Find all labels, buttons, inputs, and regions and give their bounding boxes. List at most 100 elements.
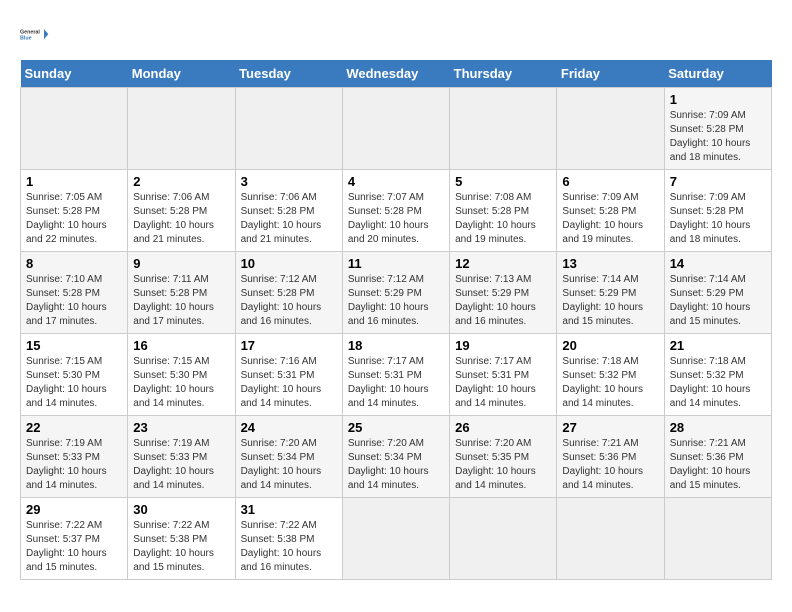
day-header-friday: Friday — [557, 60, 664, 88]
empty-cell — [450, 88, 557, 170]
day-number: 26 — [455, 420, 551, 435]
day-header-wednesday: Wednesday — [342, 60, 449, 88]
day-cell-4: 4 Sunrise: 7:07 AMSunset: 5:28 PMDayligh… — [342, 170, 449, 252]
empty-cell — [21, 88, 128, 170]
day-info: Sunrise: 7:08 AMSunset: 5:28 PMDaylight:… — [455, 191, 551, 247]
day-cell-16: 16 Sunrise: 7:15 AMSunset: 5:30 PMDaylig… — [128, 334, 235, 416]
day-info: Sunrise: 7:21 AMSunset: 5:36 PMDaylight:… — [562, 437, 658, 493]
day-info: Sunrise: 7:14 AMSunset: 5:29 PMDaylight:… — [562, 273, 658, 329]
empty-cell — [557, 88, 664, 170]
week-row-6: 29 Sunrise: 7:22 AMSunset: 5:37 PMDaylig… — [21, 498, 772, 580]
day-cell-21: 21 Sunrise: 7:18 AMSunset: 5:32 PMDaylig… — [664, 334, 771, 416]
day-info: Sunrise: 7:19 AMSunset: 5:33 PMDaylight:… — [26, 437, 122, 493]
day-cell-29: 29 Sunrise: 7:22 AMSunset: 5:37 PMDaylig… — [21, 498, 128, 580]
day-info: Sunrise: 7:12 AMSunset: 5:28 PMDaylight:… — [241, 273, 337, 329]
day-cell-11: 11 Sunrise: 7:12 AMSunset: 5:29 PMDaylig… — [342, 252, 449, 334]
page-header: GeneralBlue — [20, 20, 772, 50]
day-cell-27: 27 Sunrise: 7:21 AMSunset: 5:36 PMDaylig… — [557, 416, 664, 498]
header-row: SundayMondayTuesdayWednesdayThursdayFrid… — [21, 60, 772, 88]
day-cell-6: 6 Sunrise: 7:09 AMSunset: 5:28 PMDayligh… — [557, 170, 664, 252]
day-info: Sunrise: 7:15 AMSunset: 5:30 PMDaylight:… — [133, 355, 229, 411]
day-number: 23 — [133, 420, 229, 435]
svg-text:Blue: Blue — [20, 36, 32, 42]
day-cell-30: 30 Sunrise: 7:22 AMSunset: 5:38 PMDaylig… — [128, 498, 235, 580]
day-number: 30 — [133, 502, 229, 517]
day-cell-12: 12 Sunrise: 7:13 AMSunset: 5:29 PMDaylig… — [450, 252, 557, 334]
empty-cell — [235, 88, 342, 170]
day-info: Sunrise: 7:20 AMSunset: 5:34 PMDaylight:… — [241, 437, 337, 493]
week-row-5: 22 Sunrise: 7:19 AMSunset: 5:33 PMDaylig… — [21, 416, 772, 498]
day-number: 21 — [670, 338, 766, 353]
logo: GeneralBlue — [20, 20, 50, 50]
day-cell-31: 31 Sunrise: 7:22 AMSunset: 5:38 PMDaylig… — [235, 498, 342, 580]
day-number: 18 — [348, 338, 444, 353]
day-number: 19 — [455, 338, 551, 353]
day-number: 7 — [670, 174, 766, 189]
day-info: Sunrise: 7:19 AMSunset: 5:33 PMDaylight:… — [133, 437, 229, 493]
day-header-monday: Monday — [128, 60, 235, 88]
day-cell-26: 26 Sunrise: 7:20 AMSunset: 5:35 PMDaylig… — [450, 416, 557, 498]
day-info: Sunrise: 7:18 AMSunset: 5:32 PMDaylight:… — [562, 355, 658, 411]
day-number: 22 — [26, 420, 122, 435]
week-row-2: 1 Sunrise: 7:05 AMSunset: 5:28 PMDayligh… — [21, 170, 772, 252]
day-info: Sunrise: 7:22 AMSunset: 5:37 PMDaylight:… — [26, 519, 122, 575]
day-cell-17: 17 Sunrise: 7:16 AMSunset: 5:31 PMDaylig… — [235, 334, 342, 416]
day-header-tuesday: Tuesday — [235, 60, 342, 88]
day-info: Sunrise: 7:17 AMSunset: 5:31 PMDaylight:… — [455, 355, 551, 411]
day-header-saturday: Saturday — [664, 60, 771, 88]
day-number: 16 — [133, 338, 229, 353]
day-cell-22: 22 Sunrise: 7:19 AMSunset: 5:33 PMDaylig… — [21, 416, 128, 498]
day-cell-2: 2 Sunrise: 7:06 AMSunset: 5:28 PMDayligh… — [128, 170, 235, 252]
day-info: Sunrise: 7:20 AMSunset: 5:34 PMDaylight:… — [348, 437, 444, 493]
day-cell-18: 18 Sunrise: 7:17 AMSunset: 5:31 PMDaylig… — [342, 334, 449, 416]
empty-cell — [342, 498, 449, 580]
calendar-table: SundayMondayTuesdayWednesdayThursdayFrid… — [20, 60, 772, 580]
day-number: 8 — [26, 256, 122, 271]
day-info: Sunrise: 7:06 AMSunset: 5:28 PMDaylight:… — [133, 191, 229, 247]
day-number: 10 — [241, 256, 337, 271]
day-cell-24: 24 Sunrise: 7:20 AMSunset: 5:34 PMDaylig… — [235, 416, 342, 498]
day-number: 13 — [562, 256, 658, 271]
day-cell-28: 28 Sunrise: 7:21 AMSunset: 5:36 PMDaylig… — [664, 416, 771, 498]
logo-icon: GeneralBlue — [20, 20, 50, 50]
day-number: 9 — [133, 256, 229, 271]
day-cell-20: 20 Sunrise: 7:18 AMSunset: 5:32 PMDaylig… — [557, 334, 664, 416]
day-info: Sunrise: 7:16 AMSunset: 5:31 PMDaylight:… — [241, 355, 337, 411]
day-info: Sunrise: 7:13 AMSunset: 5:29 PMDaylight:… — [455, 273, 551, 329]
day-cell-1: 1 Sunrise: 7:09 AMSunset: 5:28 PMDayligh… — [664, 88, 771, 170]
day-header-thursday: Thursday — [450, 60, 557, 88]
day-cell-9: 9 Sunrise: 7:11 AMSunset: 5:28 PMDayligh… — [128, 252, 235, 334]
day-cell-14: 14 Sunrise: 7:14 AMSunset: 5:29 PMDaylig… — [664, 252, 771, 334]
day-number: 25 — [348, 420, 444, 435]
day-cell-25: 25 Sunrise: 7:20 AMSunset: 5:34 PMDaylig… — [342, 416, 449, 498]
day-number: 4 — [348, 174, 444, 189]
day-info: Sunrise: 7:07 AMSunset: 5:28 PMDaylight:… — [348, 191, 444, 247]
day-number: 14 — [670, 256, 766, 271]
day-info: Sunrise: 7:18 AMSunset: 5:32 PMDaylight:… — [670, 355, 766, 411]
day-info: Sunrise: 7:21 AMSunset: 5:36 PMDaylight:… — [670, 437, 766, 493]
day-number: 27 — [562, 420, 658, 435]
day-info: Sunrise: 7:14 AMSunset: 5:29 PMDaylight:… — [670, 273, 766, 329]
day-header-sunday: Sunday — [21, 60, 128, 88]
day-cell-5: 5 Sunrise: 7:08 AMSunset: 5:28 PMDayligh… — [450, 170, 557, 252]
day-info: Sunrise: 7:17 AMSunset: 5:31 PMDaylight:… — [348, 355, 444, 411]
day-info: Sunrise: 7:09 AMSunset: 5:28 PMDaylight:… — [562, 191, 658, 247]
week-row-4: 15 Sunrise: 7:15 AMSunset: 5:30 PMDaylig… — [21, 334, 772, 416]
day-cell-7: 7 Sunrise: 7:09 AMSunset: 5:28 PMDayligh… — [664, 170, 771, 252]
empty-cell — [557, 498, 664, 580]
svg-text:General: General — [20, 30, 40, 36]
empty-cell — [342, 88, 449, 170]
day-info: Sunrise: 7:09 AMSunset: 5:28 PMDaylight:… — [670, 109, 766, 165]
empty-cell — [450, 498, 557, 580]
day-number: 12 — [455, 256, 551, 271]
day-info: Sunrise: 7:05 AMSunset: 5:28 PMDaylight:… — [26, 191, 122, 247]
day-info: Sunrise: 7:12 AMSunset: 5:29 PMDaylight:… — [348, 273, 444, 329]
day-cell-10: 10 Sunrise: 7:12 AMSunset: 5:28 PMDaylig… — [235, 252, 342, 334]
day-cell-13: 13 Sunrise: 7:14 AMSunset: 5:29 PMDaylig… — [557, 252, 664, 334]
day-cell-8: 8 Sunrise: 7:10 AMSunset: 5:28 PMDayligh… — [21, 252, 128, 334]
day-number: 1 — [670, 92, 766, 107]
day-cell-23: 23 Sunrise: 7:19 AMSunset: 5:33 PMDaylig… — [128, 416, 235, 498]
day-number: 5 — [455, 174, 551, 189]
day-number: 15 — [26, 338, 122, 353]
empty-cell — [128, 88, 235, 170]
